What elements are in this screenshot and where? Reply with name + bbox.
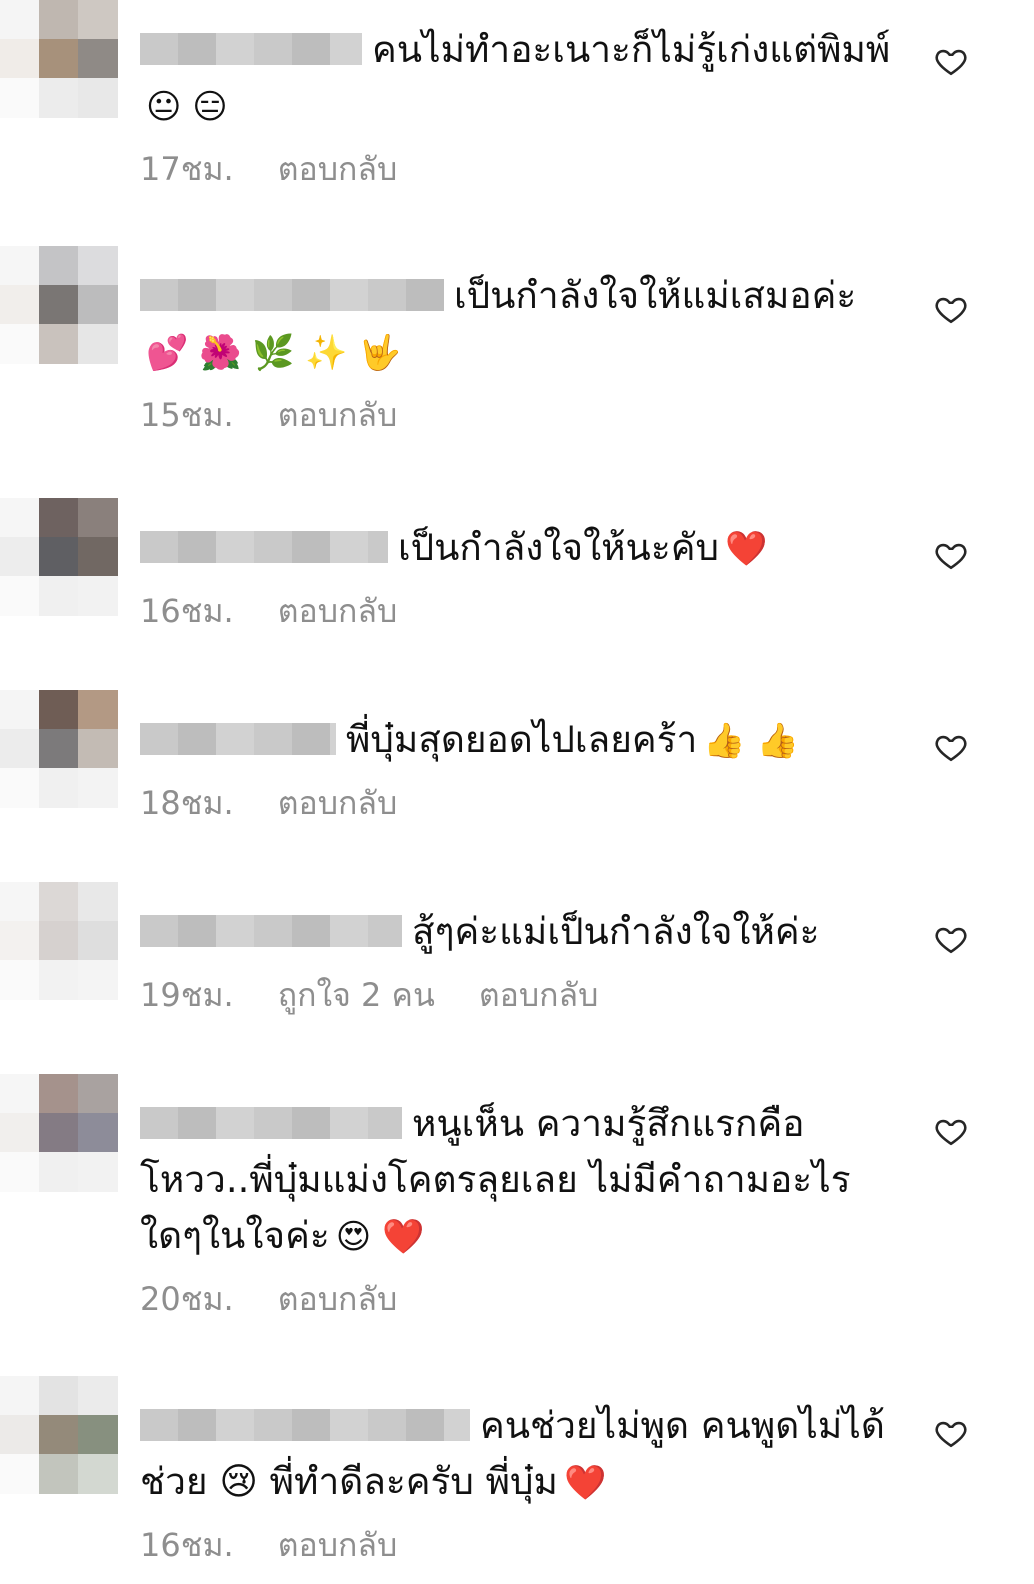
comment-time: 15ชม. (140, 396, 234, 434)
avatar[interactable] (0, 1376, 118, 1494)
comment-text: คนไม่ทำอะเนาะก็ไม่รู้เก่งแต่พิมพ์😐 😑 (140, 22, 900, 135)
comment-text: เป็นกำลังใจให้แม่เสมอค่ะ💕 🌺 🌿 ✨ 🤟 (140, 268, 900, 381)
heart-outline-icon[interactable] (934, 1416, 968, 1450)
comment-time: 20ชม. (140, 1280, 234, 1318)
comment-text: พี่บุ๋มสุดยอดไปเลยคร้า 👍 👍 (140, 712, 900, 769)
heart-outline-icon[interactable] (934, 538, 968, 572)
avatar[interactable] (0, 0, 118, 118)
heart-outline-icon[interactable] (934, 44, 968, 78)
comment-emoji: 💕 🌺 🌿 ✨ 🤟 (146, 333, 401, 373)
reply-button[interactable]: ตอบกลับ (278, 784, 398, 822)
avatar[interactable] (0, 690, 118, 808)
comment-text: หนูเห็น ความรู้สึกแรกคือ โหวว..พี่บุ๋มแม… (140, 1102, 851, 1257)
username-redacted[interactable] (140, 723, 336, 755)
reply-button[interactable]: ตอบกลับ (278, 592, 398, 630)
username-redacted[interactable] (140, 1409, 470, 1441)
comment-emoji: ❤️ (724, 529, 768, 569)
comment-text: สู้ๆค่ะแม่เป็นกำลังใจให้ค่ะ (140, 904, 900, 961)
comment-emoji: 👍 👍 (703, 721, 799, 761)
heart-outline-icon[interactable] (934, 292, 968, 326)
comment-emoji: 😐 😑 (146, 87, 228, 127)
username-redacted[interactable] (140, 915, 402, 947)
reply-button[interactable]: ตอบกลับ (278, 150, 398, 188)
comment-time: 19ชม. (140, 976, 234, 1014)
comment-time: 16ชม. (140, 592, 234, 630)
heart-outline-icon[interactable] (934, 922, 968, 956)
reply-button[interactable]: ตอบกลับ (278, 1280, 398, 1318)
heart-outline-icon[interactable] (934, 730, 968, 764)
avatar[interactable] (0, 882, 118, 1000)
comment-text: เป็นกำลังใจให้นะคับ ❤️ (140, 520, 900, 577)
reply-button[interactable]: ตอบกลับ (278, 1526, 398, 1564)
username-redacted[interactable] (140, 33, 362, 65)
avatar[interactable] (0, 498, 118, 616)
comment-time: 18ชม. (140, 784, 234, 822)
username-redacted[interactable] (140, 279, 444, 311)
comment-time: 16ชม. (140, 1526, 234, 1564)
reply-button[interactable]: ตอบกลับ (278, 396, 398, 434)
comment-emoji: ❤️ (563, 1463, 607, 1503)
comment-time: 17ชม. (140, 150, 234, 188)
comment-emoji: 😍 ❤️ (335, 1217, 425, 1257)
heart-outline-icon[interactable] (934, 1114, 968, 1148)
username-redacted[interactable] (140, 531, 388, 563)
comment-text: คนช่วยไม่พูด คนพูดไม่ได้ช่วย 😢 พี่ทำดีละ… (140, 1404, 885, 1503)
likes-count[interactable]: ถูกใจ 2 คน (278, 976, 435, 1014)
avatar[interactable] (0, 1074, 118, 1192)
username-redacted[interactable] (140, 1107, 402, 1139)
reply-button[interactable]: ตอบกลับ (479, 976, 599, 1014)
avatar[interactable] (0, 246, 118, 364)
